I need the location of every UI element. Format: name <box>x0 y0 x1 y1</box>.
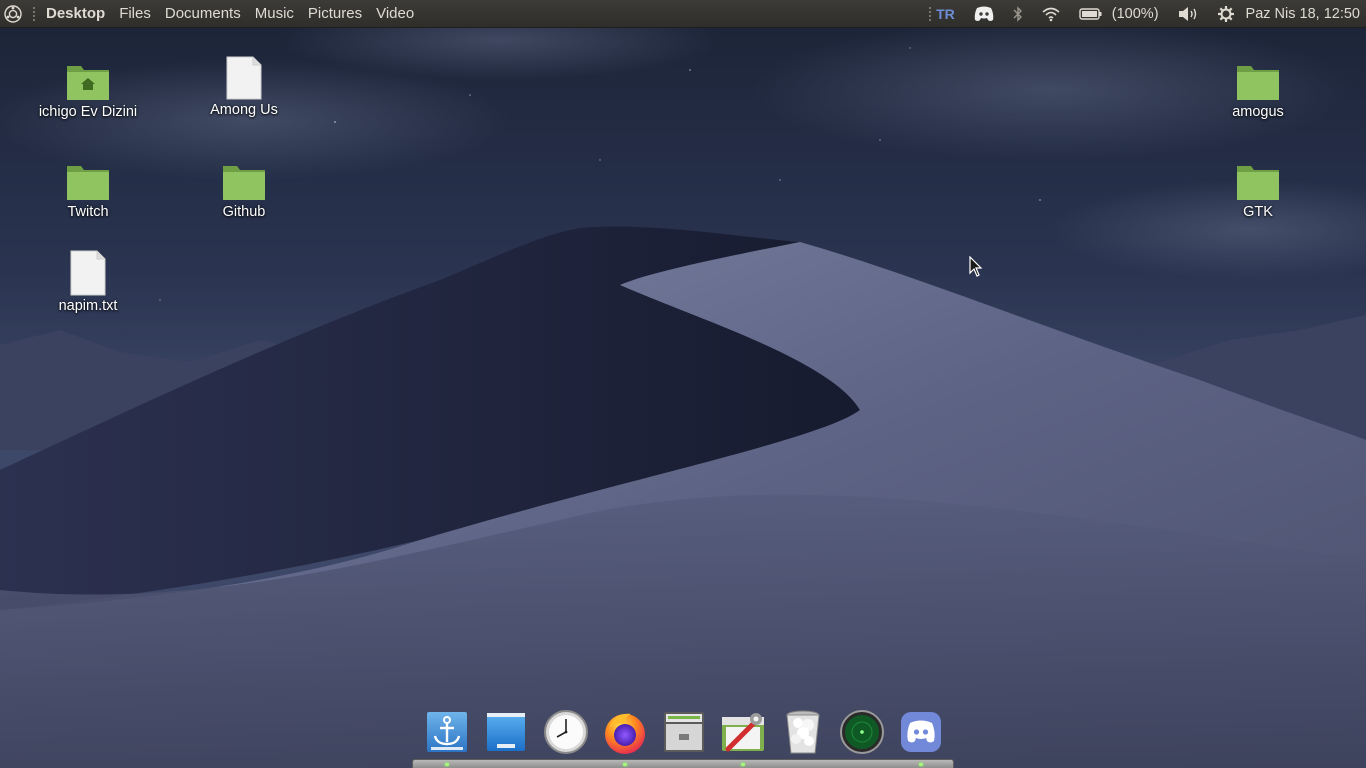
home-folder-icon <box>64 54 112 102</box>
text-file-icon <box>64 248 112 296</box>
battery-percentage[interactable]: (100%) <box>1112 0 1168 28</box>
tray-grip <box>928 5 933 22</box>
running-indicator <box>919 763 923 766</box>
folder-icon <box>220 154 268 202</box>
discord-tray-icon[interactable] <box>964 0 1004 28</box>
clock-datetime[interactable]: Paz Nis 18, 12:50 <box>1244 0 1366 28</box>
dock-item-clock[interactable] <box>539 704 593 760</box>
desktop-icon-label: napim.txt <box>58 298 118 314</box>
menu-desktop[interactable]: Desktop <box>44 5 112 22</box>
dock-anchor-icon <box>427 712 467 752</box>
mouse-pointer-icon <box>969 256 983 277</box>
wifi-icon[interactable] <box>1032 0 1070 28</box>
radar-icon <box>839 710 884 754</box>
system-tray: TR (100%) Paz Nis 18, 12:50 <box>928 0 1366 28</box>
system-tools-icon <box>722 713 765 752</box>
menu-video[interactable]: Video <box>369 5 421 22</box>
ubuntu-logo-icon[interactable] <box>2 3 24 25</box>
firefox-icon <box>604 713 645 754</box>
desktop-icon-label: Github <box>222 204 266 220</box>
desktop-icon-label: ichigo Ev Dizini <box>38 104 138 120</box>
dock-item-discord[interactable] <box>894 704 948 766</box>
dock-item-desktop[interactable] <box>479 704 533 760</box>
folder-icon <box>1234 54 1282 102</box>
keyboard-layout-indicator[interactable]: TR <box>934 0 964 28</box>
panel-grip <box>32 5 36 22</box>
desktop-icon <box>487 713 526 751</box>
dock-shelf <box>412 759 954 768</box>
volume-icon[interactable] <box>1168 0 1208 28</box>
running-indicator <box>445 763 449 766</box>
menu-pictures[interactable]: Pictures <box>301 5 369 22</box>
menu-music[interactable]: Music <box>248 5 301 22</box>
desktop-icon-github[interactable]: Github <box>184 154 304 220</box>
folder-icon <box>64 154 112 202</box>
file-cabinet-icon <box>664 712 704 752</box>
file-icon <box>220 52 268 100</box>
global-menu: Desktop Files Documents Music Pictures V… <box>44 5 421 22</box>
desktop-icon-label: Among Us <box>210 102 278 118</box>
battery-icon[interactable] <box>1070 0 1112 28</box>
desktop-icon-twitch[interactable]: Twitch <box>28 154 148 220</box>
settings-gear-icon[interactable] <box>1208 0 1244 28</box>
desktop-icon-amogus[interactable]: amogus <box>1198 54 1318 120</box>
top-panel: Desktop Files Documents Music Pictures V… <box>0 0 1366 28</box>
desktop-icon-home[interactable]: ichigo Ev Dizini <box>28 54 148 120</box>
desktop-icon-among-us[interactable]: Among Us <box>184 52 304 118</box>
clock-icon <box>543 710 588 754</box>
dock-item-trash[interactable] <box>776 704 830 760</box>
dock-item-radar[interactable] <box>835 704 889 760</box>
discord-icon <box>901 712 941 752</box>
desktop-icon-napim-txt[interactable]: napim.txt <box>28 248 148 314</box>
dock <box>416 704 952 766</box>
folder-icon <box>1234 154 1282 202</box>
desktop-icon-gtk[interactable]: GTK <box>1198 154 1318 220</box>
dock-item-firefox[interactable] <box>598 704 652 766</box>
desktop-icon-label: amogus <box>1232 104 1284 120</box>
dock-item-file-cabinet[interactable] <box>657 704 711 760</box>
desktop-icon-label: GTK <box>1243 204 1273 220</box>
menu-documents[interactable]: Documents <box>158 5 248 22</box>
bluetooth-icon[interactable] <box>1004 0 1032 28</box>
trash-icon <box>785 710 820 754</box>
dock-item-system-tools[interactable] <box>716 704 770 766</box>
desktop-icon-label: Twitch <box>67 204 109 220</box>
dock-item-anchor[interactable] <box>420 704 474 766</box>
menu-files[interactable]: Files <box>112 5 158 22</box>
running-indicator <box>622 763 627 766</box>
